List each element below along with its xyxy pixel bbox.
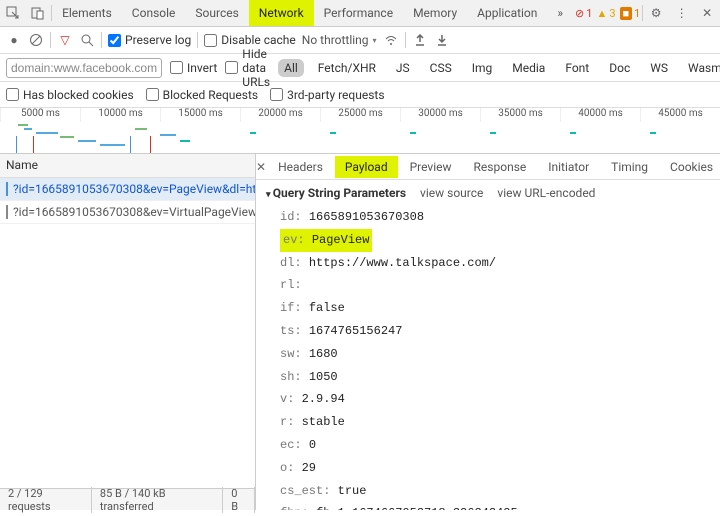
- network-actionbar: ● ▽ Preserve log Disable cache No thrott…: [0, 27, 720, 54]
- query-param: fbp: fb.1.1674667052718.326343425: [280, 506, 518, 510]
- query-params: id: 1665891053670308 ev: PageView dl: http…: [280, 206, 710, 510]
- query-param: v: 2.9.94: [280, 392, 345, 406]
- query-param: id: 1665891053670308: [280, 210, 424, 224]
- type-fetchxhr[interactable]: Fetch/XHR: [312, 59, 382, 77]
- query-param: ts: 1674765156247: [280, 324, 402, 338]
- invert-checkbox[interactable]: Invert: [170, 61, 217, 75]
- query-param: o: 29: [280, 461, 316, 475]
- close-detail-icon[interactable]: ✕: [256, 160, 266, 174]
- timeline-ticks: 5000 ms10000 ms15000 ms20000 ms25000 ms3…: [0, 108, 720, 122]
- tab-memory[interactable]: Memory: [403, 0, 467, 26]
- dtab-response[interactable]: Response: [464, 156, 537, 178]
- tab-performance[interactable]: Performance: [314, 0, 403, 26]
- upload-icon[interactable]: [412, 32, 428, 48]
- type-css[interactable]: CSS: [424, 59, 458, 77]
- query-param: rl:: [280, 278, 302, 292]
- info-badge[interactable]: ■1: [620, 7, 641, 20]
- tab-sources[interactable]: Sources: [185, 0, 248, 26]
- throttling-select[interactable]: No throttling: [302, 33, 377, 47]
- query-param: ec: 0: [280, 438, 316, 452]
- type-all[interactable]: All: [278, 59, 304, 77]
- blocked-cookies-checkbox[interactable]: Has blocked cookies: [6, 88, 134, 102]
- request-row[interactable]: ?id=1665891053670308&ev=PageView&dl=htt…: [0, 178, 255, 201]
- detail-tabs: ✕ Headers Payload Preview Response Initi…: [256, 154, 720, 180]
- tab-network[interactable]: Network: [249, 0, 314, 26]
- filter-icon[interactable]: ▽: [57, 32, 73, 48]
- dtab-timing[interactable]: Timing: [601, 156, 658, 178]
- request-list-panel: Name ?id=1665891053670308&ev=PageView&dl…: [0, 154, 256, 510]
- dtab-cookies[interactable]: Cookies: [660, 156, 720, 178]
- network-filterbar-2: Has blocked cookies Blocked Requests 3rd…: [0, 82, 720, 108]
- separator: [50, 32, 51, 48]
- query-param: sw: 1680: [280, 347, 338, 361]
- network-filterbar: Invert Hide data URLs All Fetch/XHR JS C…: [0, 54, 720, 82]
- third-party-checkbox[interactable]: 3rd-party requests: [270, 88, 384, 102]
- dtab-initiator[interactable]: Initiator: [538, 156, 599, 178]
- payload-section-header[interactable]: Query String Parameters view source view…: [266, 186, 710, 200]
- network-status-footer: 2 / 129 requests 85 B / 140 kB transferr…: [0, 488, 255, 510]
- request-list: ?id=1665891053670308&ev=PageView&dl=htt……: [0, 178, 255, 488]
- preserve-log-checkbox[interactable]: Preserve log: [108, 33, 191, 47]
- search-icon[interactable]: [79, 32, 95, 48]
- separator: [642, 5, 643, 21]
- separator: [197, 32, 198, 48]
- document-icon: [6, 182, 8, 196]
- settings-icon[interactable]: ⚙: [648, 5, 664, 21]
- inspect-icon[interactable]: [5, 5, 21, 21]
- request-list-header[interactable]: Name: [0, 154, 255, 178]
- tab-elements[interactable]: Elements: [52, 0, 122, 26]
- filter-input[interactable]: [6, 58, 162, 78]
- waterfall-timeline[interactable]: 5000 ms10000 ms15000 ms20000 ms25000 ms3…: [0, 108, 720, 154]
- blocked-requests-checkbox[interactable]: Blocked Requests: [146, 88, 258, 102]
- tab-console[interactable]: Console: [122, 0, 186, 26]
- request-row[interactable]: ?id=1665891053670308&ev=VirtualPageView&…: [0, 201, 255, 224]
- warning-badge[interactable]: ▲3: [596, 7, 615, 20]
- type-doc[interactable]: Doc: [603, 59, 636, 77]
- wifi-icon[interactable]: [383, 32, 399, 48]
- close-icon[interactable]: ✕: [699, 5, 715, 21]
- download-icon[interactable]: [434, 32, 450, 48]
- type-wasm[interactable]: Wasm: [682, 59, 720, 77]
- type-img[interactable]: Img: [466, 59, 499, 77]
- timeline-marker: [130, 136, 131, 153]
- type-media[interactable]: Media: [506, 59, 551, 77]
- timeline-marker: [33, 136, 34, 153]
- query-param: sh: 1050: [280, 370, 338, 384]
- type-js[interactable]: JS: [390, 59, 416, 77]
- record-icon[interactable]: ●: [6, 32, 22, 48]
- query-param: cs_est: true: [280, 484, 366, 498]
- timeline-marker: [16, 136, 17, 153]
- type-ws[interactable]: WS: [644, 59, 674, 77]
- clear-icon[interactable]: [28, 32, 44, 48]
- dtab-headers[interactable]: Headers: [268, 156, 333, 178]
- request-detail-panel: ✕ Headers Payload Preview Response Initi…: [256, 154, 720, 510]
- query-param: dl: https://www.talkspace.com/: [280, 256, 496, 270]
- device-toggle-icon[interactable]: [31, 5, 47, 21]
- query-param: if: false: [280, 301, 345, 315]
- query-param: r: stable: [280, 415, 345, 429]
- dtab-preview[interactable]: Preview: [400, 156, 462, 178]
- section-title: Query String Parameters: [266, 186, 406, 200]
- resources-size: 0 B: [223, 487, 255, 513]
- dtab-payload[interactable]: Payload: [335, 156, 398, 178]
- view-url-encoded-link[interactable]: view URL-encoded: [497, 186, 595, 200]
- transferred-size: 85 B / 140 kB transferred: [92, 487, 223, 513]
- document-icon: [6, 205, 8, 219]
- disable-cache-checkbox[interactable]: Disable cache: [204, 33, 296, 47]
- error-badge[interactable]: ⊘1: [575, 7, 592, 20]
- separator: [101, 32, 102, 48]
- query-param: ev: PageView: [280, 229, 372, 252]
- view-source-link[interactable]: view source: [420, 186, 483, 200]
- type-font[interactable]: Font: [559, 59, 595, 77]
- tab-application[interactable]: Application: [467, 0, 547, 26]
- kebab-icon[interactable]: ⋮: [674, 5, 690, 21]
- separator: [405, 32, 406, 48]
- tab-overflow[interactable]: »: [547, 0, 573, 26]
- hide-data-urls-checkbox[interactable]: Hide data URLs: [225, 47, 270, 89]
- devtools-tabs: Elements Console Sources Network Perform…: [0, 0, 720, 27]
- request-count: 2 / 129 requests: [0, 487, 92, 513]
- timeline-marker: [150, 136, 151, 153]
